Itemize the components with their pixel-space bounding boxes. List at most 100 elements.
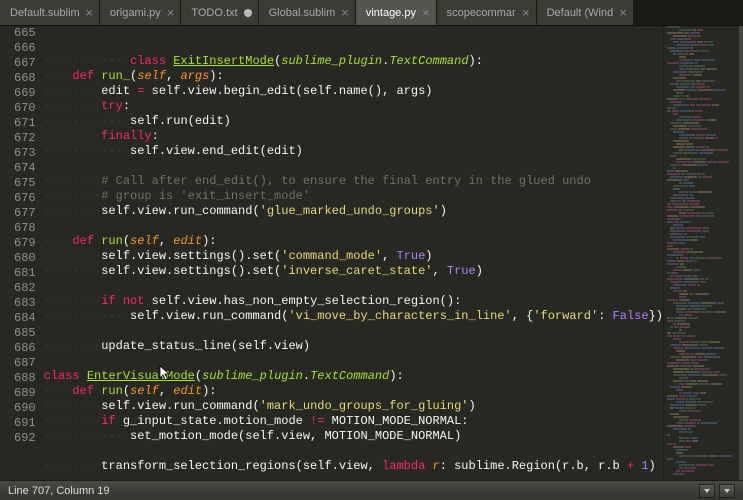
close-icon[interactable]: ×: [167, 6, 175, 19]
minimap-line: [666, 377, 741, 379]
minimap-line: [666, 305, 741, 307]
line-number: 668: [14, 71, 36, 86]
minimap-line: [666, 32, 741, 34]
minimap[interactable]: [663, 26, 743, 480]
minimap-line: [666, 149, 741, 151]
status-dropdown-2[interactable]: [719, 484, 735, 498]
code-line: ········update_status_line(self.view): [44, 339, 663, 354]
minimap-line: [666, 101, 741, 103]
code-line: ····def run(self, edit):: [44, 234, 663, 249]
tab-4[interactable]: vintage.py ×: [356, 0, 437, 25]
minimap-line: [666, 176, 741, 178]
minimap-line: [666, 29, 741, 31]
tab-label: Default.sublim: [10, 7, 79, 19]
minimap-line: [666, 38, 741, 40]
minimap-line: [666, 170, 741, 172]
line-number: 676: [14, 191, 36, 206]
minimap-line: [666, 128, 741, 130]
tab-label: vintage.py: [366, 7, 416, 19]
minimap-line: [666, 98, 741, 100]
minimap-line: [666, 314, 741, 316]
tab-6[interactable]: Default (Wind×: [537, 0, 634, 25]
editor: 6656666676686696706716726736746756766776…: [0, 26, 743, 480]
tab-2[interactable]: TODO.txt: [181, 0, 258, 25]
minimap-line: [666, 56, 741, 58]
minimap-line: [666, 404, 741, 406]
minimap-line: [666, 44, 741, 46]
minimap-line: [666, 155, 741, 157]
minimap-line: [666, 329, 741, 331]
minimap-line: [666, 224, 741, 226]
minimap-line: [666, 470, 741, 472]
minimap-line: [666, 140, 741, 142]
line-number: 671: [14, 116, 36, 131]
code-line: [44, 354, 663, 369]
close-icon[interactable]: ×: [422, 6, 430, 19]
minimap-line: [666, 284, 741, 286]
close-icon[interactable]: ×: [522, 6, 530, 19]
minimap-line: [666, 146, 741, 148]
minimap-line: [666, 65, 741, 67]
status-dropdown-1[interactable]: [699, 484, 715, 498]
minimap-line: [666, 302, 741, 304]
minimap-line: [666, 290, 741, 292]
line-number: 680: [14, 251, 36, 266]
code-line: ········if g_input_state.motion_mode != …: [44, 414, 663, 429]
line-number: 686: [14, 341, 36, 356]
code-area[interactable]: ············class ExitInsertMode(sublime…: [44, 26, 663, 480]
minimap-line: [666, 407, 741, 409]
minimap-line: [666, 209, 741, 211]
minimap-line: [666, 194, 741, 196]
code-line: [44, 219, 663, 234]
minimap-line: [666, 182, 741, 184]
minimap-line: [666, 386, 741, 388]
minimap-line: [666, 161, 741, 163]
minimap-line: [666, 143, 741, 145]
code-line: ····def run_(self, args):: [44, 69, 663, 84]
minimap-line: [666, 47, 741, 49]
minimap-line: [666, 113, 741, 115]
tab-0[interactable]: Default.sublim ×: [0, 0, 100, 25]
minimap-line: [666, 221, 741, 223]
minimap-line: [666, 341, 741, 343]
tab-1[interactable]: origami.py×: [100, 0, 181, 25]
minimap-line: [666, 461, 741, 463]
minimap-line: [666, 269, 741, 271]
minimap-line: [666, 233, 741, 235]
minimap-line: [666, 413, 741, 415]
minimap-line: [666, 365, 741, 367]
close-icon[interactable]: ×: [341, 6, 349, 19]
minimap-line: [666, 80, 741, 82]
minimap-line: [666, 296, 741, 298]
minimap-line: [666, 335, 741, 337]
code-line: ········try:: [44, 99, 663, 114]
minimap-line: [666, 203, 741, 205]
code-line: ········transform_selection_regions(self…: [44, 459, 663, 474]
minimap-line: [666, 374, 741, 376]
close-icon[interactable]: ×: [619, 6, 627, 19]
minimap-line: [666, 350, 741, 352]
scrollbar-track[interactable]: [739, 26, 743, 480]
minimap-line: [666, 332, 741, 334]
minimap-line: [666, 380, 741, 382]
minimap-line: [666, 353, 741, 355]
line-number: 683: [14, 296, 36, 311]
status-bar: Line 707, Column 19: [0, 480, 743, 500]
code-line: ········if not self.view.has_non_empty_s…: [44, 294, 663, 309]
minimap-line: [666, 431, 741, 433]
code-line: ········edit = self.view.begin_edit(self…: [44, 84, 663, 99]
minimap-line: [666, 389, 741, 391]
tab-3[interactable]: Global.sublim×: [259, 0, 356, 25]
minimap-line: [666, 191, 741, 193]
minimap-line: [666, 263, 741, 265]
tab-5[interactable]: scopecommand×: [437, 0, 537, 25]
minimap-line: [666, 464, 741, 466]
minimap-line: [666, 158, 741, 160]
minimap-line: [666, 230, 741, 232]
minimap-line: [666, 185, 741, 187]
minimap-line: [666, 434, 741, 436]
minimap-line: [666, 41, 741, 43]
close-icon[interactable]: ×: [85, 6, 93, 19]
minimap-line: [666, 77, 741, 79]
minimap-line: [666, 119, 741, 121]
